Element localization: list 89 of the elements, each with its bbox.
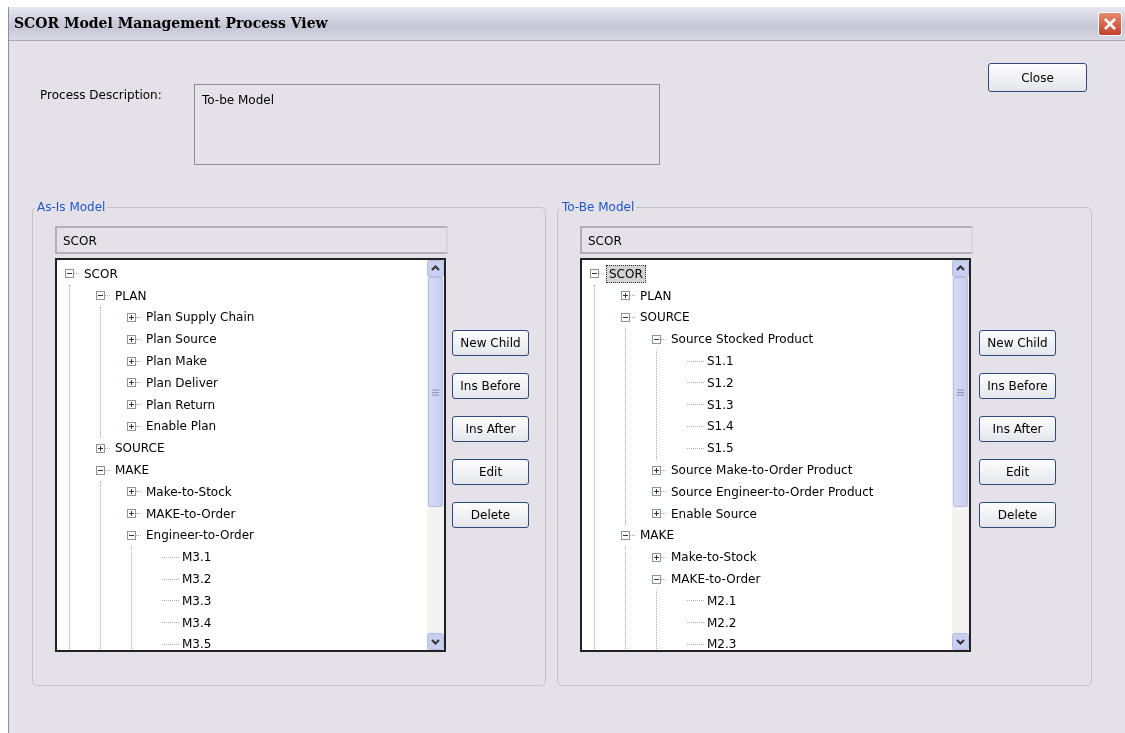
description-field[interactable]: To-be Model (194, 84, 660, 165)
tree-item[interactable]: Source Engineer-to-Order Product (668, 482, 877, 501)
tree-item[interactable]: MAKE (112, 461, 152, 480)
scrollbar[interactable] (952, 260, 969, 650)
scroll-up-icon[interactable] (952, 260, 969, 277)
tree-item[interactable]: S1.1 (704, 352, 737, 371)
action-button[interactable]: Edit (452, 459, 529, 485)
tree-item[interactable]: M2.3 (704, 635, 740, 650)
tree-item[interactable]: Enable Plan (143, 417, 220, 436)
close-button[interactable]: Close (988, 63, 1087, 92)
tree-view[interactable]: SCOR PLAN Plan Supply Chain Plan Source Plan Make Plan Deliver Plan Return Enable Plan SOURCE MAKE Make-to-Stock MAKE-to-Order Engineer-to-Order M3.1 M3.2 M3.3 M3.4 M3.5 (55, 258, 446, 652)
field-label: Process Description: (40, 87, 163, 104)
action-button[interactable]: Delete (979, 502, 1056, 528)
tree-item[interactable]: M3.5 (179, 635, 215, 650)
tree-item[interactable]: Plan Deliver (143, 373, 222, 392)
tree-header-field[interactable]: SCOR (580, 226, 973, 254)
collapse-icon[interactable] (621, 313, 630, 322)
tree-item[interactable]: SOURCE (637, 308, 693, 327)
tree-item[interactable]: S1.3 (704, 395, 737, 414)
tree-item[interactable]: MAKE-to-Order (143, 504, 239, 523)
tree-view[interactable]: SCOR PLAN SOURCE Source Stocked Product S1.1 S1.2 S1.3 S1.4 S1.5 Source Make-to-Order Product Source Engineer-to-Order Product Enable Source MAKE Make-to-Stock MAKE-to-Order M2.1 M2.2 M2.3 (580, 258, 971, 652)
collapse-icon[interactable] (621, 530, 630, 540)
expand-icon[interactable] (652, 487, 661, 497)
tree-item[interactable]: MAKE-to-Order (668, 570, 764, 589)
action-button[interactable]: Ins Before (452, 373, 529, 399)
grip-icon[interactable] (957, 388, 964, 396)
tree-item[interactable]: Source Make-to-Order Product (668, 461, 856, 480)
expand-icon[interactable] (652, 509, 661, 519)
expand-icon[interactable] (127, 487, 136, 497)
tree-item[interactable]: SCOR (81, 264, 121, 283)
action-button[interactable]: Edit (979, 459, 1056, 485)
action-button[interactable]: New Child (979, 330, 1056, 356)
tree-item[interactable]: Plan Source (143, 330, 220, 349)
scroll-down-icon[interactable] (427, 633, 444, 650)
scrollbar[interactable] (427, 260, 444, 650)
scroll-down-icon[interactable] (952, 633, 969, 650)
expand-icon[interactable] (652, 552, 661, 562)
expand-icon[interactable] (127, 313, 136, 322)
tree-item[interactable]: PLAN (112, 286, 150, 305)
action-button[interactable]: Ins After (452, 416, 529, 442)
action-button[interactable]: Ins After (979, 416, 1056, 442)
scroll-up-icon[interactable] (427, 260, 444, 277)
collapse-icon[interactable] (96, 291, 105, 301)
tree-item[interactable]: S1.4 (704, 417, 737, 436)
tree-item[interactable]: M2.2 (704, 613, 740, 632)
tree-item[interactable]: M3.3 (179, 591, 215, 610)
window-title: SCOR Model Management Process View (14, 14, 328, 33)
expand-icon[interactable] (127, 378, 136, 388)
tree-item[interactable]: Plan Supply Chain (143, 308, 258, 327)
tree-item[interactable]: Engineer-to-Order (143, 526, 258, 545)
expand-icon[interactable] (127, 400, 136, 410)
expand-icon[interactable] (127, 334, 136, 344)
collapse-icon[interactable] (96, 465, 105, 475)
tree-item[interactable]: Plan Make (143, 352, 210, 371)
close-icon (1103, 16, 1117, 31)
tree-item[interactable]: S1.2 (704, 373, 737, 392)
expand-icon[interactable] (127, 421, 136, 431)
tree-item[interactable]: SOURCE (112, 439, 168, 458)
scroll-thumb[interactable] (953, 277, 968, 507)
tree-item[interactable]: Make-to-Stock (668, 548, 760, 567)
tree-item[interactable]: M3.4 (179, 613, 215, 632)
tree-item[interactable]: M3.1 (179, 548, 215, 567)
tree-item[interactable]: MAKE (637, 526, 677, 545)
tree-item[interactable]: S1.5 (704, 439, 737, 458)
expand-icon[interactable] (127, 356, 136, 366)
collapse-icon[interactable] (652, 574, 661, 584)
tree-item[interactable]: PLAN (637, 286, 675, 305)
collapse-icon[interactable] (652, 334, 661, 344)
tree-item[interactable]: SCOR (606, 264, 646, 283)
tree-item[interactable]: Source Stocked Product (668, 330, 817, 349)
tree-item[interactable]: Enable Source (668, 504, 760, 523)
expand-icon[interactable] (127, 509, 136, 519)
tree-item[interactable]: M3.2 (179, 570, 215, 589)
expand-icon[interactable] (621, 291, 630, 301)
action-button[interactable]: New Child (452, 330, 529, 356)
action-button[interactable]: Delete (452, 502, 529, 528)
collapse-icon[interactable] (65, 269, 74, 279)
tree-item[interactable]: Make-to-Stock (143, 482, 235, 501)
close-button[interactable] (1098, 11, 1122, 36)
tree-item[interactable]: M2.1 (704, 591, 740, 610)
action-button[interactable]: Ins Before (979, 373, 1056, 399)
collapse-icon[interactable] (127, 530, 136, 540)
grip-icon[interactable] (432, 388, 439, 396)
tree-item[interactable]: Plan Return (143, 395, 219, 414)
collapse-icon[interactable] (590, 269, 599, 279)
expand-icon[interactable] (652, 465, 661, 475)
expand-icon[interactable] (96, 443, 105, 453)
tree-header-field[interactable]: SCOR (55, 226, 448, 254)
scroll-thumb[interactable] (428, 277, 443, 507)
